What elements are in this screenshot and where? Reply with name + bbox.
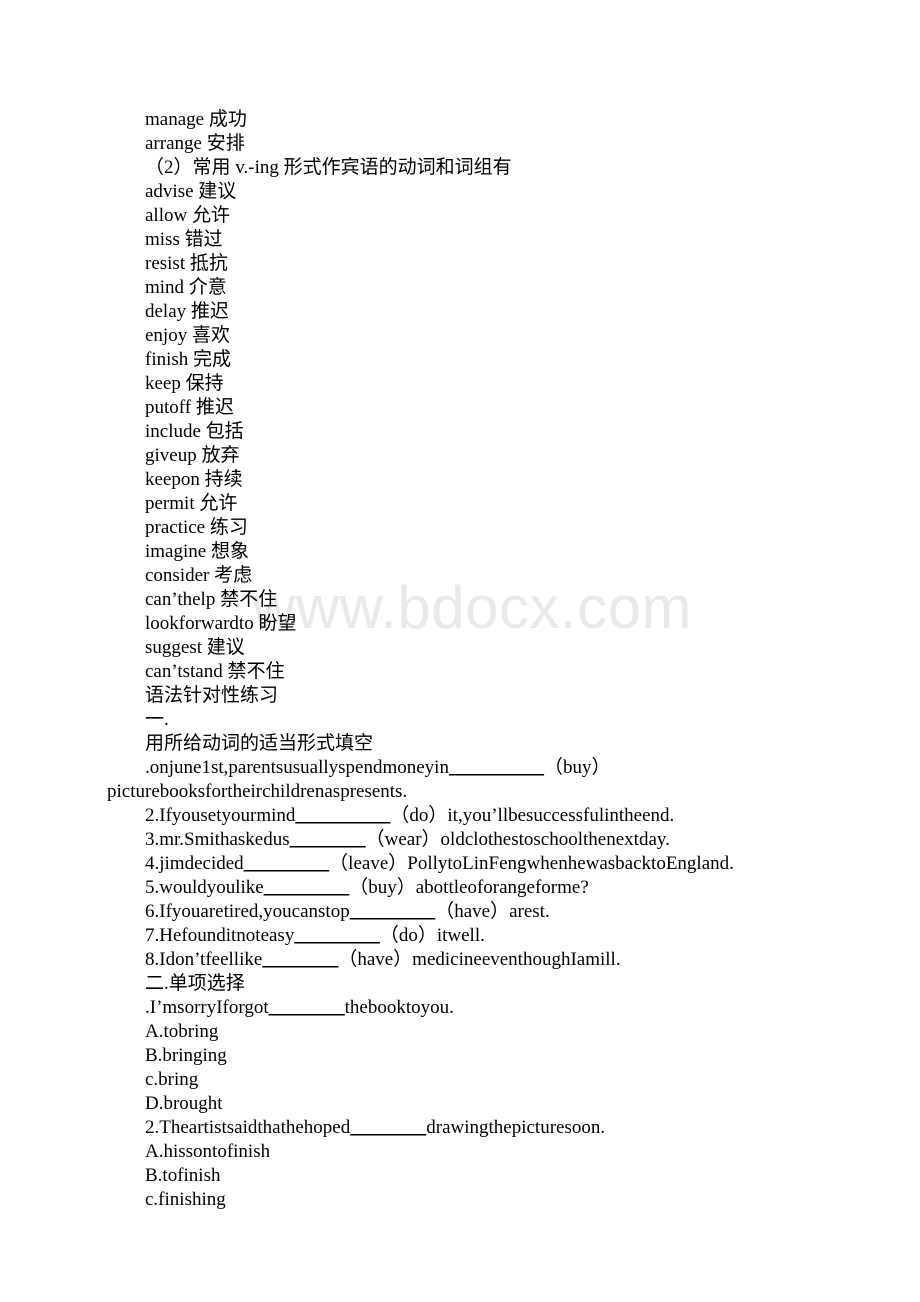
top-margin	[0, 0, 920, 108]
vocab-entry: mind 介意	[145, 277, 227, 298]
vocab-entry: resist 抵抗	[145, 253, 228, 274]
vocab-entry: giveup 放弃	[145, 445, 240, 466]
question-text: 2.Ifyousetyourmind	[145, 805, 296, 826]
choice-option: B.bringing	[145, 1045, 227, 1066]
practice-title: 语法针对性练习	[145, 685, 279, 706]
vocab-entry: allow 允许	[145, 205, 230, 226]
section-heading: （2）常用 v.-ing 形式作宾语的动词和词组有	[145, 157, 512, 178]
fill-in-item: 7.Hefounditnoteasy_________（do）itwell.	[0, 924, 920, 948]
choice-option: A.hissontofinish	[145, 1141, 271, 1162]
question-text: 5.wouldyoulike	[145, 877, 264, 898]
choice-option: B.tofinish	[145, 1165, 221, 1186]
fill-in-item: 4.jimdecided_________（leave）PollytoLinFe…	[0, 852, 920, 876]
choice-option: D.brought	[145, 1093, 223, 1114]
answer-blank[interactable]: _________	[264, 877, 350, 898]
choice-question: .I’msorryIforgot________thebooktoyou.	[0, 996, 920, 1020]
answer-blank[interactable]: ________	[269, 997, 345, 1018]
part-two-title: 二.单项选择	[145, 973, 245, 994]
question-text-tail: （wear）oldclothestoschoolthenextday.	[365, 829, 670, 850]
vocab-entry: can’tstand 禁不住	[145, 661, 285, 682]
vocab-entry: imagine 想象	[145, 541, 249, 562]
vocab-entry: putoff 推迟	[145, 397, 234, 418]
question-text: .onjune1st,parentsusuallyspendmoneyin	[145, 757, 449, 778]
question-text: 3.mr.Smithaskedus	[145, 829, 290, 850]
question-text-tail: （leave）PollytoLinFengwhenhewasbacktoEngl…	[329, 853, 734, 874]
vocab-entry: keepon 持续	[145, 469, 243, 490]
choice-option: c.finishing	[145, 1189, 226, 1210]
question-text: 2.Theartistsaidthathehoped	[145, 1117, 351, 1138]
answer-blank[interactable]: ________	[262, 949, 338, 970]
fill-in-item: .onjune1st,parentsusuallyspendmoneyin___…	[0, 756, 920, 780]
question-text-tail: （buy）abottleoforangeforme?	[349, 877, 589, 898]
vocab-entry: suggest 建议	[145, 637, 245, 658]
vocab-entry: keep 保持	[145, 373, 224, 394]
vocab-entry: practice 练习	[145, 517, 248, 538]
fill-in-item: 2.Ifyousetyourmind__________（do）it,you’l…	[0, 804, 920, 828]
vocab-entry: miss 错过	[145, 229, 223, 250]
vocab-list: advise 建议 allow 允许 miss 错过 resist 抵抗 mind 介意…	[0, 180, 920, 684]
part-one-number: 一.	[145, 709, 169, 730]
question-text-tail: thebooktoyou.	[344, 997, 454, 1018]
fill-in-item: 6.Ifyouaretired,youcanstop_________（have…	[0, 900, 920, 924]
question-text: 8.Idon’tfeellike	[145, 949, 263, 970]
answer-blank[interactable]: _________	[294, 925, 380, 946]
multiple-choice-list: .I’msorryIforgot________thebooktoyou. A.t…	[0, 996, 920, 1212]
question-text-tail: drawingthepicturesoon.	[426, 1117, 606, 1138]
question-text-tail: （have）medicineeventhoughIamill.	[338, 949, 621, 970]
vocab-entry: advise 建议	[145, 181, 237, 202]
choice-option: c.bring	[145, 1069, 199, 1090]
answer-blank[interactable]: __________	[449, 757, 544, 778]
fill-in-item: 8.Idon’tfeellike________（have）medicineev…	[0, 948, 920, 972]
fill-in-item: 3.mr.Smithaskedus________（wear）oldclothe…	[0, 828, 920, 852]
vocab-entry: delay 推迟	[145, 301, 229, 322]
vocab-entry: finish 完成	[145, 349, 232, 370]
question-text-tail: （do）it,you’llbesuccessfulintheend.	[390, 805, 675, 826]
vocab-entry: consider 考虑	[145, 565, 253, 586]
answer-blank[interactable]: _________	[350, 901, 436, 922]
fill-in-item-wrap: picturebooksfortheirchildrenaspresents.	[107, 781, 408, 802]
question-text: 7.Hefounditnoteasy	[145, 925, 295, 946]
vocab-entry: enjoy 喜欢	[145, 325, 230, 346]
vocab-intro-list: manage 成功 arrange 安排	[0, 108, 920, 156]
question-text: .I’msorryIforgot	[145, 997, 269, 1018]
choice-question: 2.Theartistsaidthathehoped________drawin…	[0, 1116, 920, 1140]
vocab-entry: manage 成功	[145, 109, 247, 130]
choice-option: A.tobring	[145, 1021, 219, 1042]
part-one-instruction: 用所给动词的适当形式填空	[145, 733, 374, 754]
question-text-tail: （buy）	[543, 757, 611, 778]
vocab-entry: include 包括	[145, 421, 244, 442]
answer-blank[interactable]: ________	[290, 829, 366, 850]
document-body: manage 成功 arrange 安排 （2）常用 v.-ing 形式作宾语的动…	[0, 0, 920, 1212]
answer-blank[interactable]: ________	[350, 1117, 426, 1138]
answer-blank[interactable]: __________	[295, 805, 390, 826]
question-text-tail: （do）itwell.	[379, 925, 485, 946]
question-text: 6.Ifyouaretired,youcanstop	[145, 901, 350, 922]
vocab-entry: permit 允许	[145, 493, 238, 514]
fill-in-item: 5.wouldyoulike_________（buy）abottleofora…	[0, 876, 920, 900]
answer-blank[interactable]: _________	[244, 853, 330, 874]
document-page: www.bdocx.com manage 成功 arrange 安排 （2）常用 …	[0, 0, 920, 1302]
question-text: 4.jimdecided	[145, 853, 244, 874]
question-text-tail: （have）arest.	[435, 901, 550, 922]
vocab-entry: can’thelp 禁不住	[145, 589, 278, 610]
fill-in-the-blank-list: .onjune1st,parentsusuallyspendmoneyin___…	[0, 756, 920, 972]
vocab-entry: lookforwardto 盼望	[145, 613, 297, 634]
vocab-entry: arrange 安排	[145, 133, 245, 154]
